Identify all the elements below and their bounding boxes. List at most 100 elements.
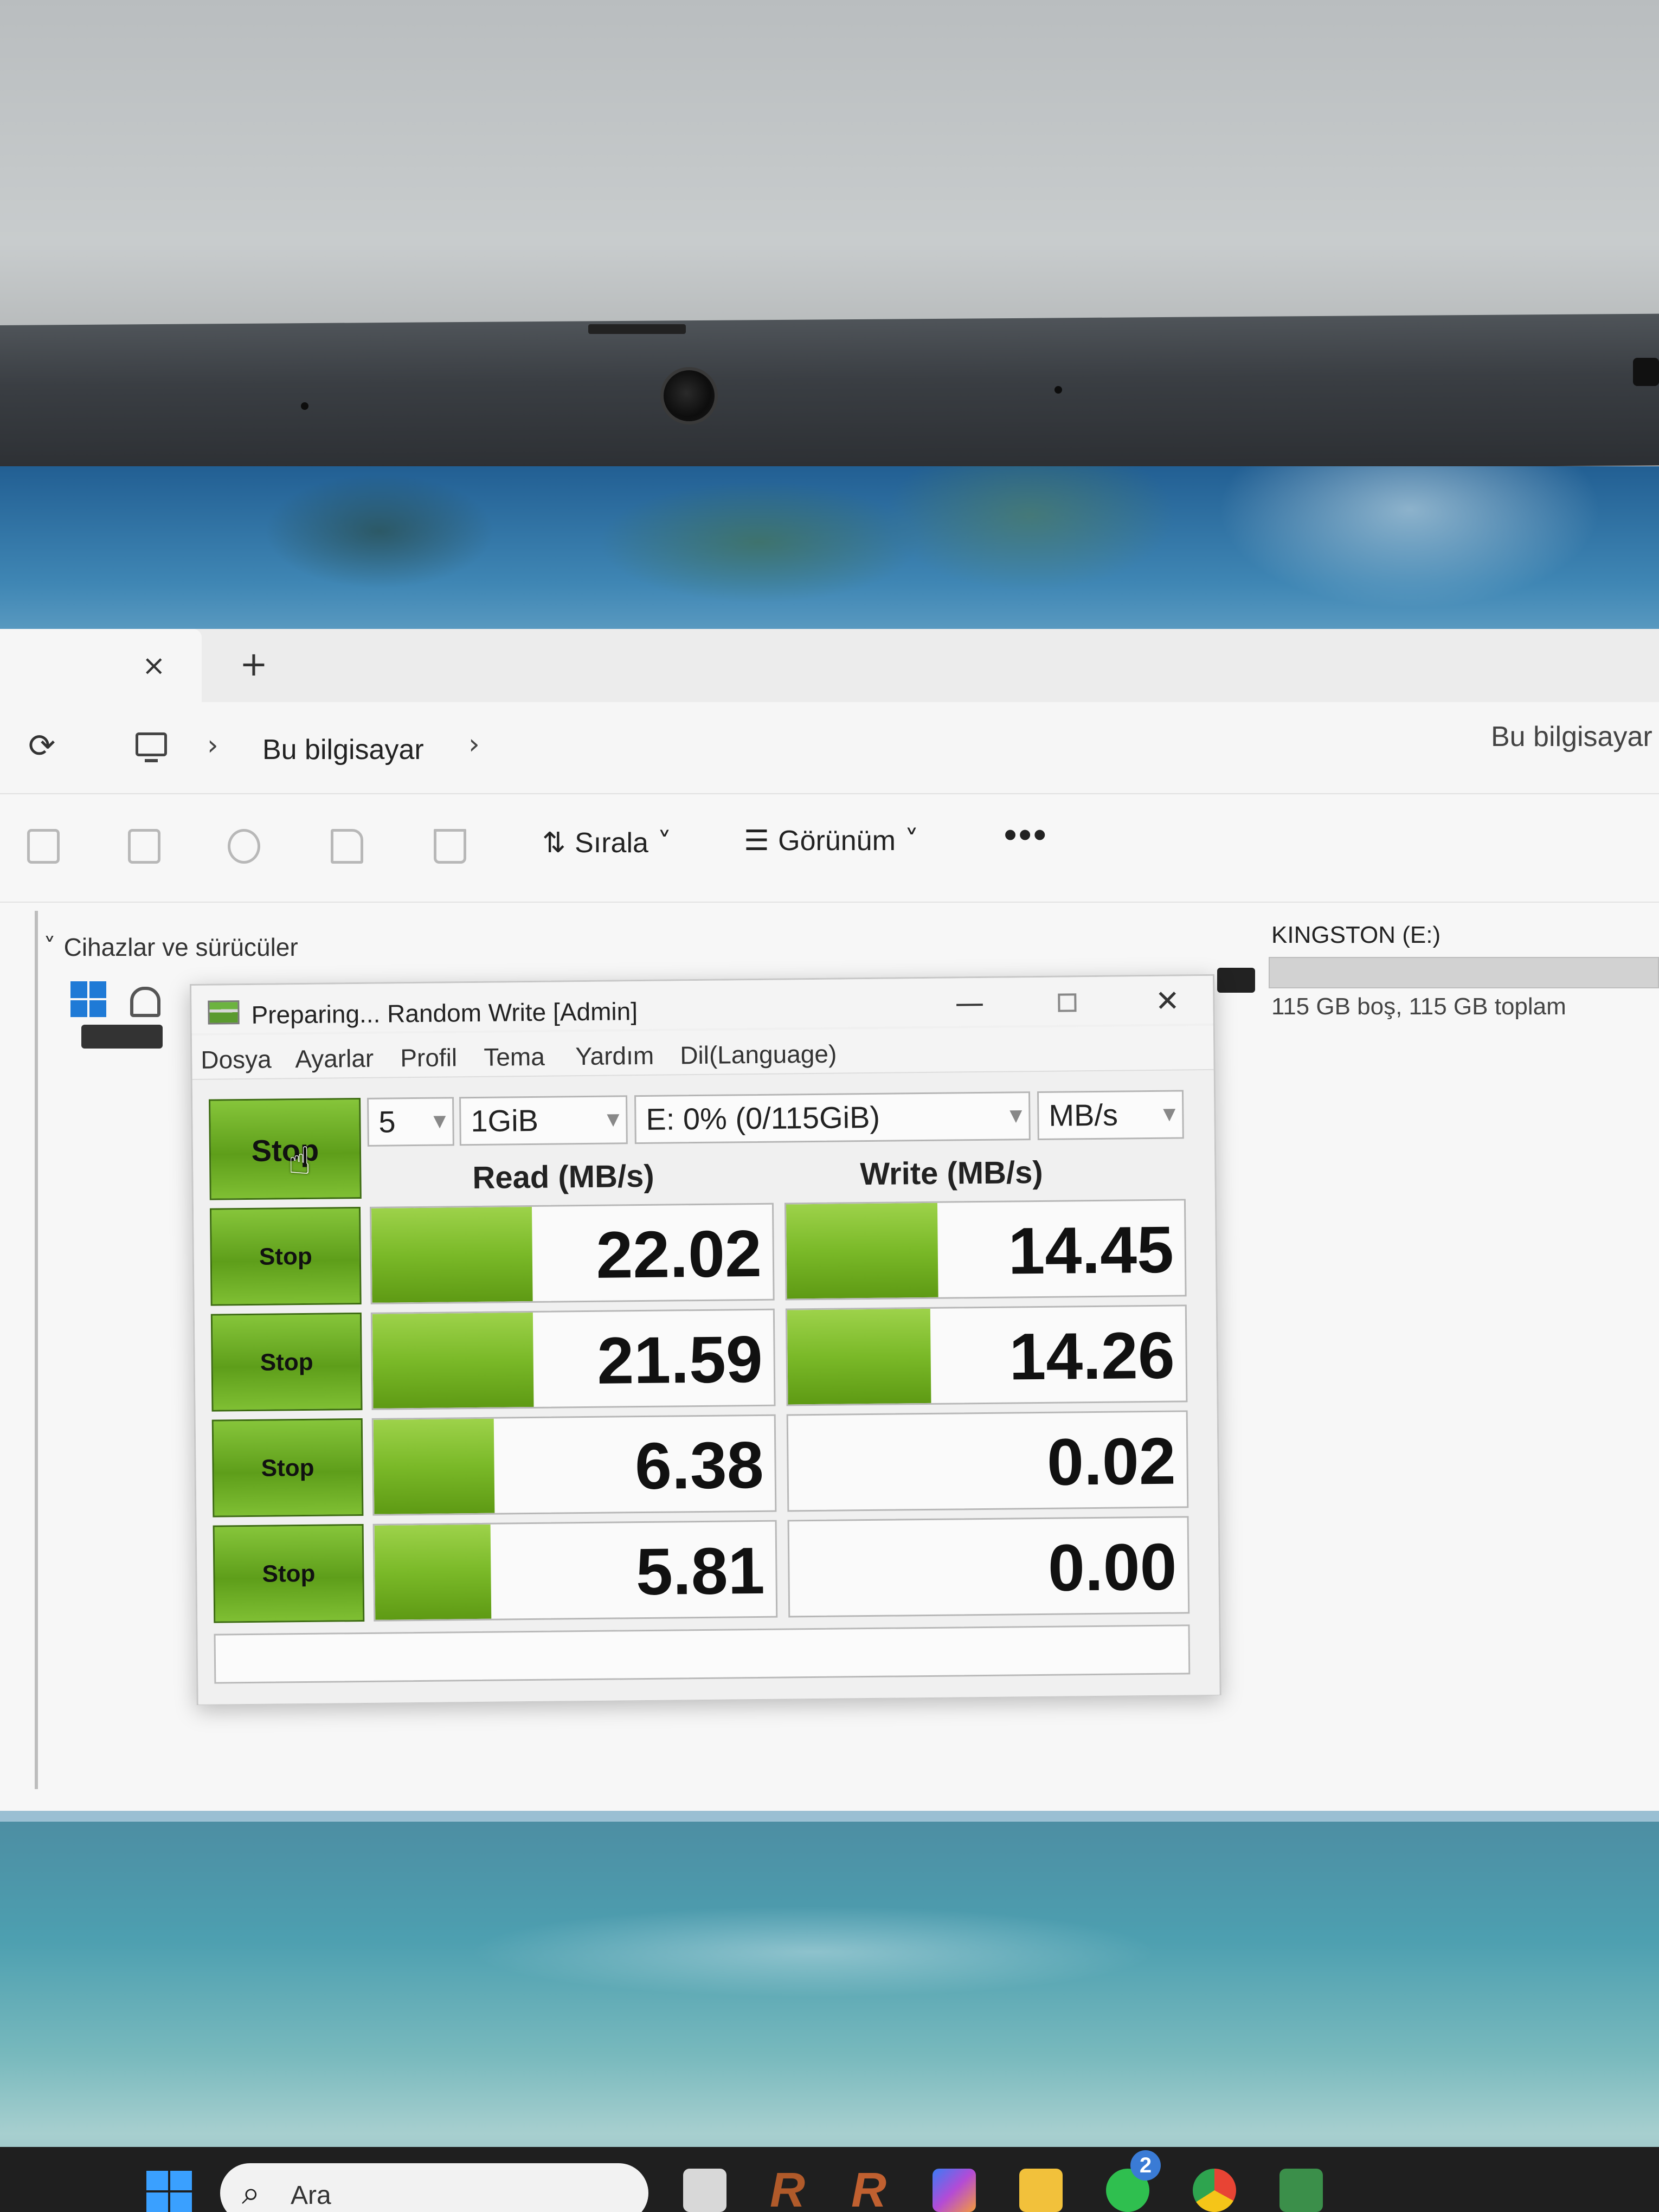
windows-drive-item[interactable] (70, 981, 179, 1068)
view-button[interactable]: ☰ Görünüm ˅ (744, 825, 918, 857)
test-count-select[interactable]: 5 ▼ (367, 1097, 454, 1147)
chevron-right-icon[interactable]: › (468, 728, 480, 761)
menu-settings[interactable]: Ayarlar (295, 1044, 374, 1073)
search-placeholder: Ara (291, 2181, 331, 2210)
menu-theme[interactable]: Tema (484, 1042, 545, 1072)
delete-icon[interactable] (434, 829, 466, 864)
explorer-tab[interactable] (0, 629, 202, 702)
unit-select[interactable]: MB/s ▼ (1037, 1090, 1184, 1141)
read-bar (373, 1418, 495, 1514)
sort-label: Sırala (575, 827, 648, 859)
chevron-down-icon: ▼ (607, 1110, 620, 1129)
benchmark-body: Stop ☝ 5 ▼ 1GiB ▼ E: 0% (0/115GiB) ▼ MB/s ▼ … (192, 1071, 1220, 1705)
paste-icon[interactable] (128, 829, 160, 864)
copy-icon[interactable] (27, 829, 60, 864)
write-result: 0.02 (786, 1410, 1189, 1512)
tab-strip: × + (0, 629, 1659, 702)
search-input[interactable]: Bu bilgisayar (1491, 721, 1652, 753)
start-button[interactable] (146, 2171, 192, 2212)
row-stop-button[interactable]: Stop (213, 1523, 365, 1623)
command-bar: ⇅ Sırala ˅ ☰ Görünüm ˅ ••• (0, 794, 1659, 903)
drive-value: E: 0% (0/115GiB) (646, 1099, 880, 1136)
webcam (660, 367, 718, 425)
windows-icon (70, 981, 106, 1017)
view-label: Görünüm (778, 825, 896, 857)
minimize-button[interactable]: — (937, 986, 1002, 1021)
chrome-icon[interactable] (1193, 2169, 1236, 2212)
taskbar-search[interactable]: ⌕ Ara (220, 2163, 648, 2212)
read-result: 6.38 (371, 1414, 777, 1516)
read-value: 5.81 (635, 1533, 766, 1609)
laptop-bezel (0, 313, 1659, 477)
window-title: Preparing... Random Write [Admin] (251, 997, 638, 1029)
write-result: 0.00 (787, 1516, 1190, 1618)
menu-file[interactable]: Dosya (201, 1045, 272, 1075)
row-stop-button[interactable]: Stop (210, 1312, 363, 1412)
maximize-button[interactable] (1034, 985, 1100, 1020)
more-options-button[interactable]: ••• (1004, 814, 1048, 855)
result-row: Stop 6.38 0.02 (211, 1410, 1189, 1517)
refresh-icon[interactable]: ⟳ (28, 727, 55, 765)
benchmark-window: Preparing... Random Write [Admin] — ✕ Do… (190, 974, 1221, 1705)
row-stop-button[interactable]: Stop (211, 1418, 364, 1517)
chevron-down-icon: ▼ (1009, 1106, 1023, 1126)
read-header: Read (MB/s) (472, 1158, 654, 1196)
status-bar (214, 1624, 1191, 1684)
test-count-value: 5 (378, 1104, 396, 1139)
result-row: Stop 22.02 14.45 (209, 1199, 1187, 1306)
drive-icon (81, 1025, 163, 1049)
section-title[interactable]: ˅ Cihazlar ve sürücüler (43, 933, 298, 962)
read-bar (372, 1312, 534, 1409)
write-value: 0.00 (1047, 1529, 1178, 1605)
read-bar (371, 1206, 533, 1303)
write-bar (786, 1203, 938, 1299)
new-tab-button[interactable]: + (240, 644, 268, 684)
wall-background (0, 0, 1659, 347)
menu-help[interactable]: Yardım (575, 1041, 654, 1071)
write-bar (789, 1521, 790, 1616)
menu-language[interactable]: Dil(Language) (680, 1039, 837, 1070)
lock-icon (130, 987, 160, 1017)
sort-button[interactable]: ⇅ Sırala ˅ (542, 827, 671, 859)
row-stop-button[interactable]: Stop (209, 1206, 362, 1306)
write-bar (787, 1308, 931, 1405)
write-result: 14.26 (785, 1304, 1188, 1406)
folder-icon[interactable] (1019, 2169, 1063, 2212)
menu-profile[interactable]: Profil (400, 1043, 457, 1072)
usb-drive-icon (1217, 968, 1255, 993)
share-icon[interactable] (331, 829, 363, 864)
read-value: 21.59 (596, 1322, 763, 1398)
task-view-icon[interactable] (683, 2169, 726, 2212)
cursor-icon: ☝ (287, 1138, 312, 1184)
chevron-down-icon: ˅ (895, 825, 919, 857)
view-icon: ☰ (744, 825, 779, 857)
navigation-pane-edge (0, 911, 38, 1789)
result-row: Stop 21.59 14.26 (210, 1304, 1188, 1412)
drive-label[interactable]: KINGSTON (E:) (1271, 922, 1441, 949)
breadcrumb[interactable]: Bu bilgisayar (262, 734, 424, 766)
title-bar[interactable]: Preparing... Random Write [Admin] — ✕ (191, 975, 1213, 1033)
drive-select[interactable]: E: 0% (0/115GiB) ▼ (634, 1091, 1031, 1144)
write-value: 14.26 (1008, 1318, 1175, 1394)
close-button[interactable]: ✕ (1135, 983, 1200, 1019)
bezel-sensor (1633, 358, 1659, 386)
menu-bar: Dosya Ayarlar Profil Tema Yardım Dil(Lan… (191, 1025, 1214, 1080)
app-r-icon[interactable]: R (851, 2166, 895, 2212)
read-result: 21.59 (370, 1308, 776, 1410)
app-r-icon[interactable]: R (770, 2166, 813, 2212)
test-size-select[interactable]: 1GiB ▼ (459, 1095, 628, 1146)
read-bar (374, 1524, 492, 1620)
chevron-right-icon[interactable]: › (207, 729, 218, 762)
drive-free-space: 115 GB boş, 115 GB toplam (1271, 993, 1566, 1020)
rename-icon[interactable] (228, 829, 260, 864)
copilot-icon[interactable] (933, 2169, 976, 2212)
computer-icon[interactable] (136, 732, 167, 762)
read-result: 5.81 (372, 1520, 778, 1622)
tab-close-icon[interactable]: × (142, 650, 166, 682)
stop-all-button[interactable]: Stop (209, 1097, 362, 1200)
write-value: 0.02 (1046, 1424, 1176, 1499)
unit-value: MB/s (1049, 1097, 1118, 1133)
test-size-value: 1GiB (471, 1103, 539, 1139)
read-result: 22.02 (369, 1203, 775, 1304)
app-icon[interactable] (1279, 2169, 1323, 2212)
